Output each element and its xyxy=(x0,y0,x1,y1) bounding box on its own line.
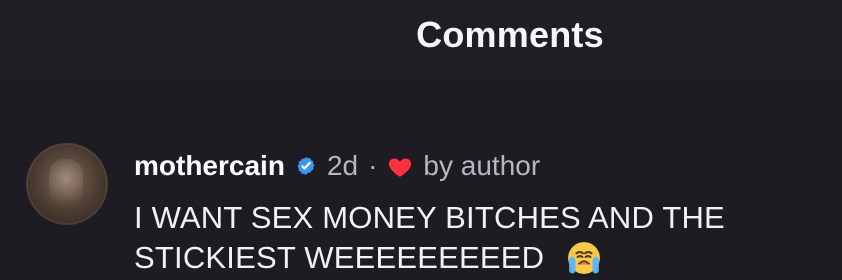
comments-header: Comments xyxy=(0,0,842,80)
meta-separator: · xyxy=(368,150,378,181)
heart-icon xyxy=(387,154,413,178)
comment-text: I WANT SEX MONEY BITCHES AND THE STICKIE… xyxy=(134,198,824,278)
comment-item[interactable]: mothercain 2d · by author I WANT SEX MON… xyxy=(0,120,842,280)
page-title: Comments xyxy=(416,14,604,55)
header-divider xyxy=(0,82,842,83)
comment-time: 2d xyxy=(326,150,359,181)
loudly-crying-face-icon xyxy=(567,241,601,275)
comment-text-line-1: I WANT SEX MONEY BITCHES AND THE xyxy=(134,200,725,235)
comment-text-line-2: STICKIEST WEEEEEEEEED xyxy=(134,238,824,278)
comment-meta: mothercain 2d · by author xyxy=(134,146,540,186)
comment-username[interactable]: mothercain xyxy=(134,146,285,186)
verified-badge-icon xyxy=(295,155,317,177)
avatar[interactable] xyxy=(26,143,108,225)
comment-text-line-2-text: STICKIEST WEEEEEEEEED xyxy=(134,240,545,275)
liked-by-author-label: by author xyxy=(423,150,541,181)
